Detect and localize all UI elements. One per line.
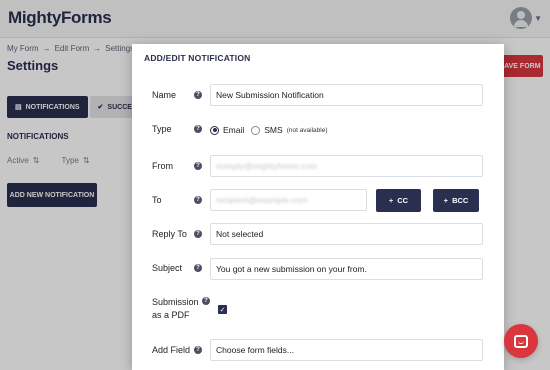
radio-email-label: Email (223, 125, 245, 135)
add-field-select[interactable]: Choose form fields... (210, 339, 483, 361)
chat-icon (514, 334, 528, 348)
add-bcc-button[interactable]: + BCC (433, 189, 479, 212)
help-icon[interactable]: ? (194, 125, 202, 133)
notification-modal: ADD/EDIT NOTIFICATION Name ? New Submiss… (132, 44, 504, 370)
modal-title: ADD/EDIT NOTIFICATION (144, 53, 251, 63)
subject-label: Subject (152, 263, 183, 273)
sms-unavailable-note: (not available) (286, 126, 328, 134)
to-field[interactable]: recipient@example.com (210, 189, 367, 211)
subject-field[interactable]: You got a new submission on your from. (210, 258, 483, 280)
name-label: Name (152, 90, 177, 100)
add-field-label: Add Field (152, 345, 191, 355)
pdf-checkbox[interactable]: ✓ (218, 305, 227, 314)
pdf-label-line1: Submission (152, 297, 199, 307)
from-field[interactable]: noreply@mightyforms.com (210, 155, 483, 177)
name-field[interactable]: New Submission Notification (210, 84, 483, 106)
type-label: Type (152, 124, 172, 134)
help-icon[interactable]: ? (194, 264, 202, 272)
type-radio-group: Email SMS (not available) (210, 125, 328, 135)
pdf-label-line2: as a PDF (152, 310, 190, 320)
from-label: From (152, 161, 173, 171)
help-icon[interactable]: ? (202, 297, 210, 305)
help-icon[interactable]: ? (194, 230, 202, 238)
help-icon[interactable]: ? (194, 91, 202, 99)
help-icon[interactable]: ? (194, 162, 202, 170)
help-icon[interactable]: ? (194, 196, 202, 204)
help-icon[interactable]: ? (194, 346, 202, 354)
radio-sms[interactable] (251, 125, 261, 135)
add-cc-button[interactable]: + CC (376, 189, 421, 212)
to-value: recipient@example.com (216, 195, 308, 205)
chat-launcher-button[interactable] (504, 324, 538, 358)
plus-icon: + (388, 196, 394, 205)
reply-to-select[interactable]: Not selected (210, 223, 483, 245)
radio-sms-label: SMS (264, 125, 283, 135)
to-label: To (152, 195, 162, 205)
reply-to-label: Reply To (152, 229, 187, 239)
cc-label: CC (397, 196, 409, 205)
bcc-label: BCC (452, 196, 469, 205)
radio-email[interactable] (210, 125, 219, 135)
plus-icon: + (443, 196, 449, 205)
from-value: noreply@mightyforms.com (216, 161, 318, 171)
